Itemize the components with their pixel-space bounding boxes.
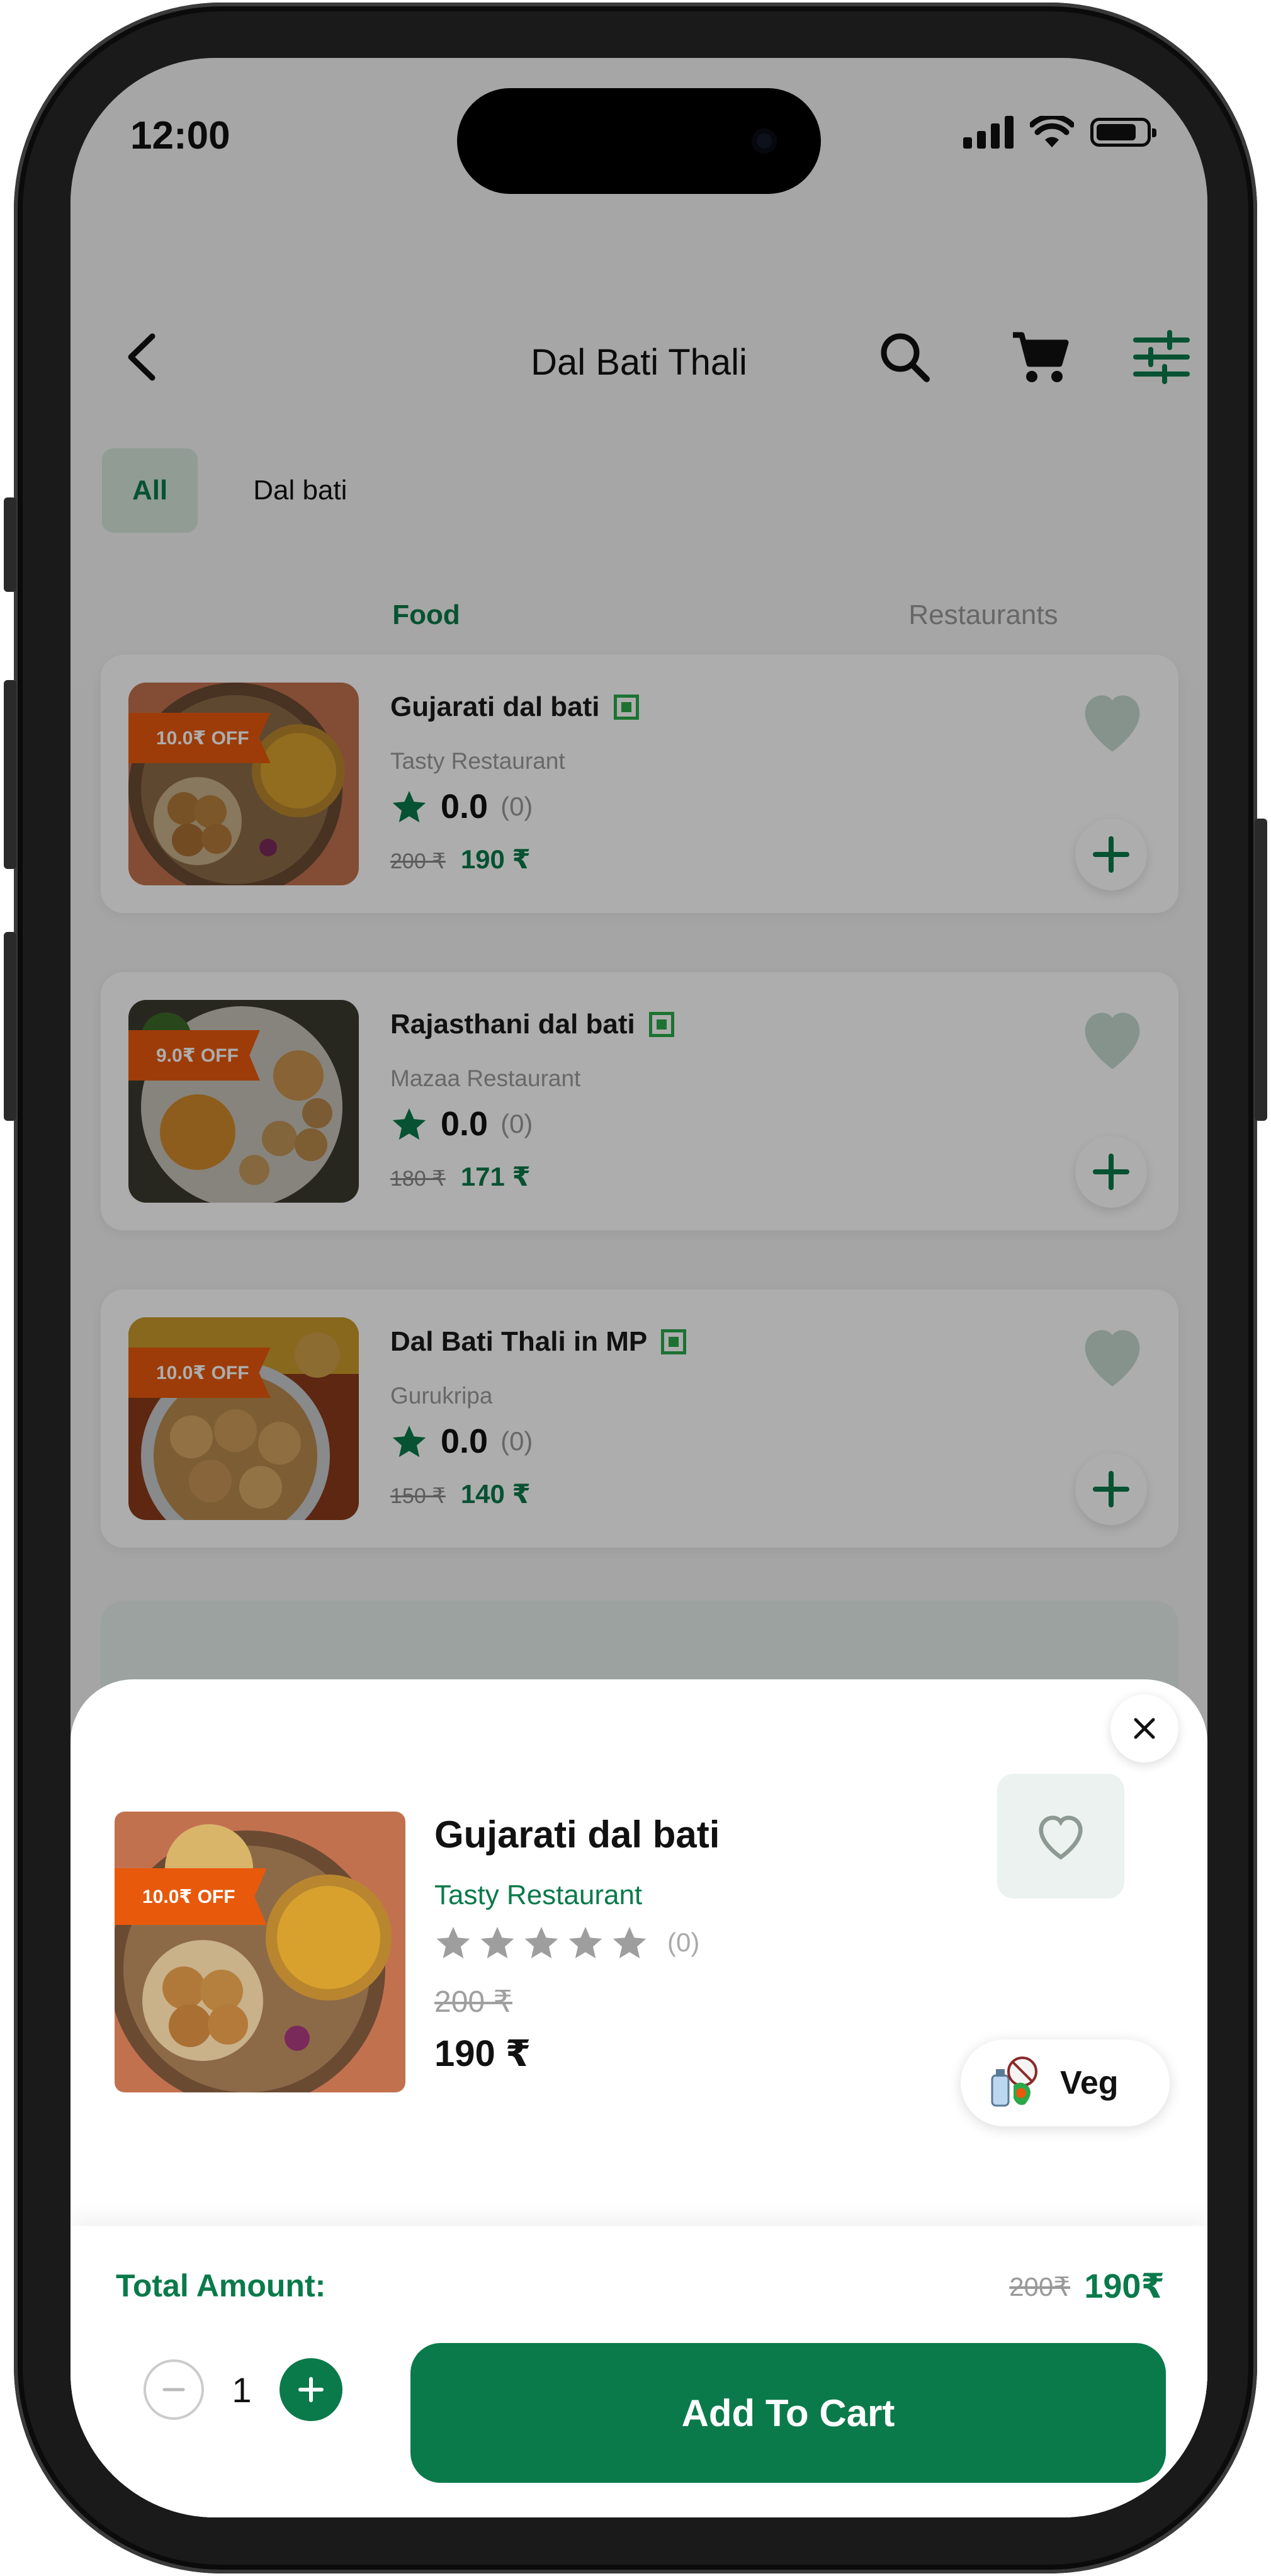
- item-detail-sheet: 10.0₹ OFF Gujarati dal bati Tasty Restau…: [71, 1679, 1207, 2517]
- favorite-button[interactable]: [997, 1774, 1124, 1898]
- side-button-volume-down: [4, 932, 16, 1121]
- screen: 12:00 Dal Bati Thali All Dal bati Food R…: [71, 58, 1207, 2517]
- cart-footer: Total Amount: 200₹ 190₹ 1 Add To Cart: [71, 2226, 1207, 2517]
- star-icon: [436, 1927, 470, 1958]
- item-image: 10.0₹ OFF: [115, 1812, 405, 2092]
- item-old-price: 200 ₹: [434, 1985, 512, 2019]
- total-price: 190₹: [1084, 2267, 1165, 2305]
- star-icon: [480, 1927, 514, 1958]
- decrement-button[interactable]: [144, 2359, 204, 2420]
- minus-icon: [162, 2388, 185, 2392]
- quantity-value: 1: [232, 2369, 252, 2410]
- total-old-price: 200₹: [1009, 2272, 1070, 2301]
- side-button-power: [1255, 819, 1267, 1121]
- close-button[interactable]: [1110, 1694, 1178, 1762]
- item-restaurant[interactable]: Tasty Restaurant: [434, 1880, 642, 1911]
- heart-outline-icon: [1039, 1815, 1083, 1860]
- add-to-cart-button[interactable]: Add To Cart: [410, 2343, 1166, 2483]
- plus-icon: [298, 2377, 324, 2402]
- increment-button[interactable]: [280, 2358, 342, 2421]
- side-button-action: [4, 497, 16, 592]
- veg-food-icon: [991, 2057, 1037, 2107]
- close-icon: [1134, 1718, 1155, 1739]
- quantity-stepper: 1: [144, 2358, 342, 2421]
- discount-badge: 10.0₹ OFF: [115, 1868, 267, 1925]
- item-name: Gujarati dal bati: [434, 1813, 720, 1856]
- veg-indicator: Veg: [961, 2040, 1170, 2126]
- star-icon: [524, 1927, 558, 1958]
- star-icon: [568, 1927, 602, 1958]
- veg-label: Veg: [1060, 2065, 1119, 2101]
- side-button-volume-up: [4, 680, 16, 869]
- total-amount-label: Total Amount:: [116, 2268, 326, 2303]
- item-rating: (0): [434, 1924, 699, 1961]
- item-price: 190 ₹: [434, 2033, 531, 2074]
- rating-count: (0): [667, 1927, 700, 1957]
- star-icon: [613, 1927, 647, 1958]
